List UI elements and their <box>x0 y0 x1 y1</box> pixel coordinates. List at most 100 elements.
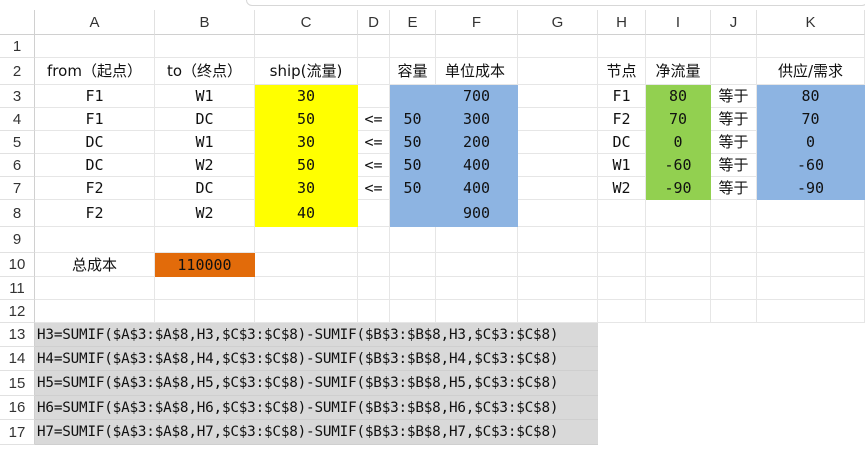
row-header-11[interactable]: 11 <box>0 277 35 300</box>
cell[interactable] <box>436 300 518 323</box>
cell[interactable] <box>358 300 390 323</box>
cell[interactable] <box>518 253 598 277</box>
formula-text-row[interactable]: H3=SUMIF($A$3:$A$8,H3,$C$3:$C$8)-SUMIF($… <box>35 323 598 347</box>
cell[interactable] <box>255 300 358 323</box>
node-cell[interactable]: W2 <box>598 177 646 200</box>
cell[interactable] <box>358 253 390 277</box>
row-header-5[interactable]: 5 <box>0 131 35 154</box>
cell[interactable] <box>757 35 865 58</box>
le-constraint-cell[interactable]: <= <box>358 108 390 131</box>
cell[interactable] <box>598 35 646 58</box>
column-header-a[interactable]: A <box>35 10 155 35</box>
le-constraint-cell[interactable] <box>358 200 390 227</box>
column-header-c[interactable]: C <box>255 10 358 35</box>
supply-demand-cell[interactable]: 0 <box>757 131 865 154</box>
cell[interactable] <box>436 35 518 58</box>
cell[interactable] <box>711 253 757 277</box>
cell[interactable] <box>358 277 390 300</box>
supply-demand-cell[interactable]: 70 <box>757 108 865 131</box>
net-flow-cell[interactable]: -90 <box>646 177 711 200</box>
cell[interactable] <box>757 227 865 253</box>
equals-cell[interactable]: 等于 <box>711 154 757 177</box>
header-cell[interactable]: 供应/需求 <box>757 58 865 85</box>
cell[interactable] <box>35 277 155 300</box>
cell[interactable] <box>390 227 436 253</box>
column-header-i[interactable]: I <box>646 10 711 35</box>
supply-demand-cell[interactable]: 80 <box>757 85 865 108</box>
capacity-cell[interactable]: 50 <box>390 154 436 177</box>
cell[interactable] <box>518 277 598 300</box>
cell[interactable] <box>436 227 518 253</box>
row-header-4[interactable]: 4 <box>0 108 35 131</box>
le-constraint-cell[interactable]: <= <box>358 154 390 177</box>
cell[interactable] <box>598 227 646 253</box>
cell[interactable] <box>518 154 598 177</box>
cell[interactable] <box>518 227 598 253</box>
row-header-14[interactable]: 14 <box>0 347 35 371</box>
cell[interactable] <box>757 253 865 277</box>
node-cell[interactable]: W1 <box>598 154 646 177</box>
row-header-10[interactable]: 10 <box>0 253 35 277</box>
capacity-cell[interactable] <box>390 200 436 227</box>
cell[interactable] <box>711 58 757 85</box>
cell[interactable] <box>155 277 255 300</box>
row-header-6[interactable]: 6 <box>0 154 35 177</box>
total-cost-value[interactable]: 110000 <box>155 253 255 277</box>
equals-cell[interactable]: 等于 <box>711 108 757 131</box>
cell[interactable] <box>358 35 390 58</box>
cell[interactable] <box>358 58 390 85</box>
net-flow-cell[interactable]: -60 <box>646 154 711 177</box>
column-header-k[interactable]: K <box>757 10 865 35</box>
cell[interactable] <box>390 300 436 323</box>
column-header-h[interactable]: H <box>598 10 646 35</box>
cell[interactable] <box>518 108 598 131</box>
equals-cell[interactable]: 等于 <box>711 131 757 154</box>
cell[interactable] <box>711 277 757 300</box>
column-header-d[interactable]: D <box>358 10 390 35</box>
cell[interactable] <box>35 35 155 58</box>
cell[interactable] <box>390 277 436 300</box>
cell[interactable] <box>518 131 598 154</box>
cell[interactable] <box>155 35 255 58</box>
ship-flow-cell[interactable]: 50 <box>255 154 358 177</box>
cell[interactable] <box>436 253 518 277</box>
select-all-corner[interactable] <box>0 10 35 35</box>
net-flow-cell[interactable]: 0 <box>646 131 711 154</box>
column-header-j[interactable]: J <box>711 10 757 35</box>
arc-from-cell[interactable]: DC <box>35 131 155 154</box>
header-cell[interactable]: from（起点） <box>35 58 155 85</box>
row-header-1[interactable]: 1 <box>0 35 35 58</box>
arc-from-cell[interactable]: F1 <box>35 85 155 108</box>
unit-cost-cell[interactable]: 300 <box>436 108 518 131</box>
net-flow-cell[interactable]: 80 <box>646 85 711 108</box>
cell[interactable] <box>390 253 436 277</box>
row-header-17[interactable]: 17 <box>0 420 35 445</box>
formula-text-row[interactable]: H4=SUMIF($A$3:$A$8,H4,$C$3:$C$8)-SUMIF($… <box>35 347 598 371</box>
le-constraint-cell[interactable]: <= <box>358 177 390 200</box>
node-cell[interactable]: DC <box>598 131 646 154</box>
unit-cost-cell[interactable]: 700 <box>436 85 518 108</box>
cell[interactable] <box>646 300 711 323</box>
arc-to-cell[interactable]: DC <box>155 108 255 131</box>
ship-flow-cell[interactable]: 50 <box>255 108 358 131</box>
cell[interactable] <box>646 35 711 58</box>
row-header-3[interactable]: 3 <box>0 85 35 108</box>
cell[interactable] <box>646 200 711 227</box>
equals-cell[interactable]: 等于 <box>711 85 757 108</box>
ship-flow-cell[interactable]: 30 <box>255 131 358 154</box>
row-header-15[interactable]: 15 <box>0 371 35 396</box>
cell[interactable] <box>598 277 646 300</box>
cell[interactable] <box>518 85 598 108</box>
cell[interactable] <box>646 277 711 300</box>
unit-cost-cell[interactable]: 200 <box>436 131 518 154</box>
cell[interactable] <box>757 300 865 323</box>
ship-flow-cell[interactable]: 40 <box>255 200 358 227</box>
arc-to-cell[interactable]: W1 <box>155 85 255 108</box>
row-header-2[interactable]: 2 <box>0 58 35 85</box>
supply-demand-cell[interactable]: -60 <box>757 154 865 177</box>
arc-from-cell[interactable]: F1 <box>35 108 155 131</box>
le-constraint-cell[interactable] <box>358 85 390 108</box>
row-header-7[interactable]: 7 <box>0 177 35 200</box>
capacity-cell[interactable]: 50 <box>390 177 436 200</box>
formula-text-row[interactable]: H7=SUMIF($A$3:$A$8,H7,$C$3:$C$8)-SUMIF($… <box>35 420 598 445</box>
